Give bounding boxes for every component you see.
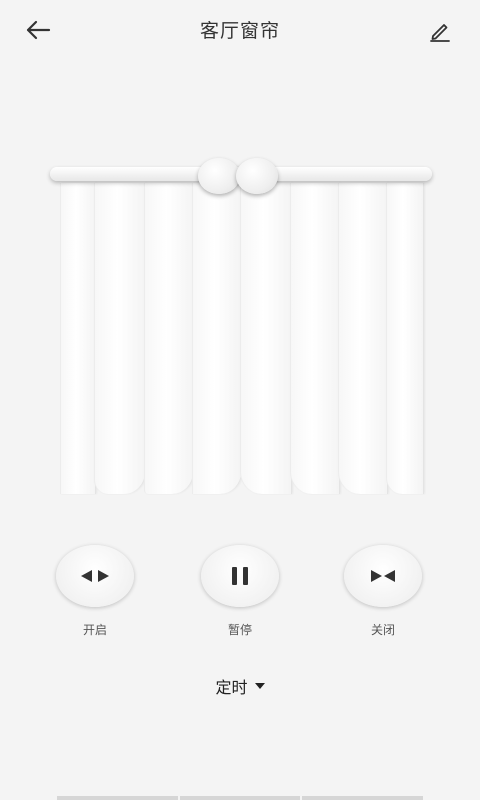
page-title: 客厅窗帘 <box>199 20 280 42</box>
open-arrows-icon <box>81 570 109 582</box>
close-button[interactable] <box>344 545 422 607</box>
app-header: 客厅窗帘 <box>0 0 480 60</box>
pause-label: 暂停 <box>227 623 252 637</box>
indicator-segment <box>57 796 178 800</box>
curtain-controls: 开启 暂停 关闭 <box>0 545 480 645</box>
timer-dropdown[interactable]: 定时 <box>215 674 265 698</box>
curtain-panel <box>338 183 388 494</box>
bottom-scroll-indicator <box>56 796 424 800</box>
close-arrows-icon <box>371 570 395 582</box>
edit-button[interactable] <box>422 14 458 48</box>
indicator-segment <box>179 796 301 800</box>
pause-icon <box>232 567 248 585</box>
curtain-panel <box>60 183 96 494</box>
curtain-panel <box>144 183 194 494</box>
timer-label: 定时 <box>215 678 248 697</box>
curtain-panel <box>94 183 146 494</box>
curtain-panel <box>386 183 424 494</box>
rod-knob <box>198 158 240 194</box>
timer-section: 定时 <box>0 674 480 698</box>
curtain-illustration <box>46 155 436 500</box>
open-label: 开启 <box>82 623 107 637</box>
open-control: 开启 <box>55 545 135 638</box>
caret-down-icon <box>254 683 265 689</box>
pencil-icon <box>430 24 450 42</box>
rod-knob <box>236 158 278 194</box>
curtain-panel <box>192 183 242 494</box>
curtain-panel <box>240 183 292 494</box>
open-button[interactable] <box>56 545 134 607</box>
indicator-segment <box>302 796 424 800</box>
close-control: 关闭 <box>343 545 423 638</box>
curtain-panel <box>290 183 340 494</box>
pause-control: 暂停 <box>200 545 280 638</box>
pause-button[interactable] <box>201 545 279 607</box>
close-label: 关闭 <box>370 623 395 637</box>
